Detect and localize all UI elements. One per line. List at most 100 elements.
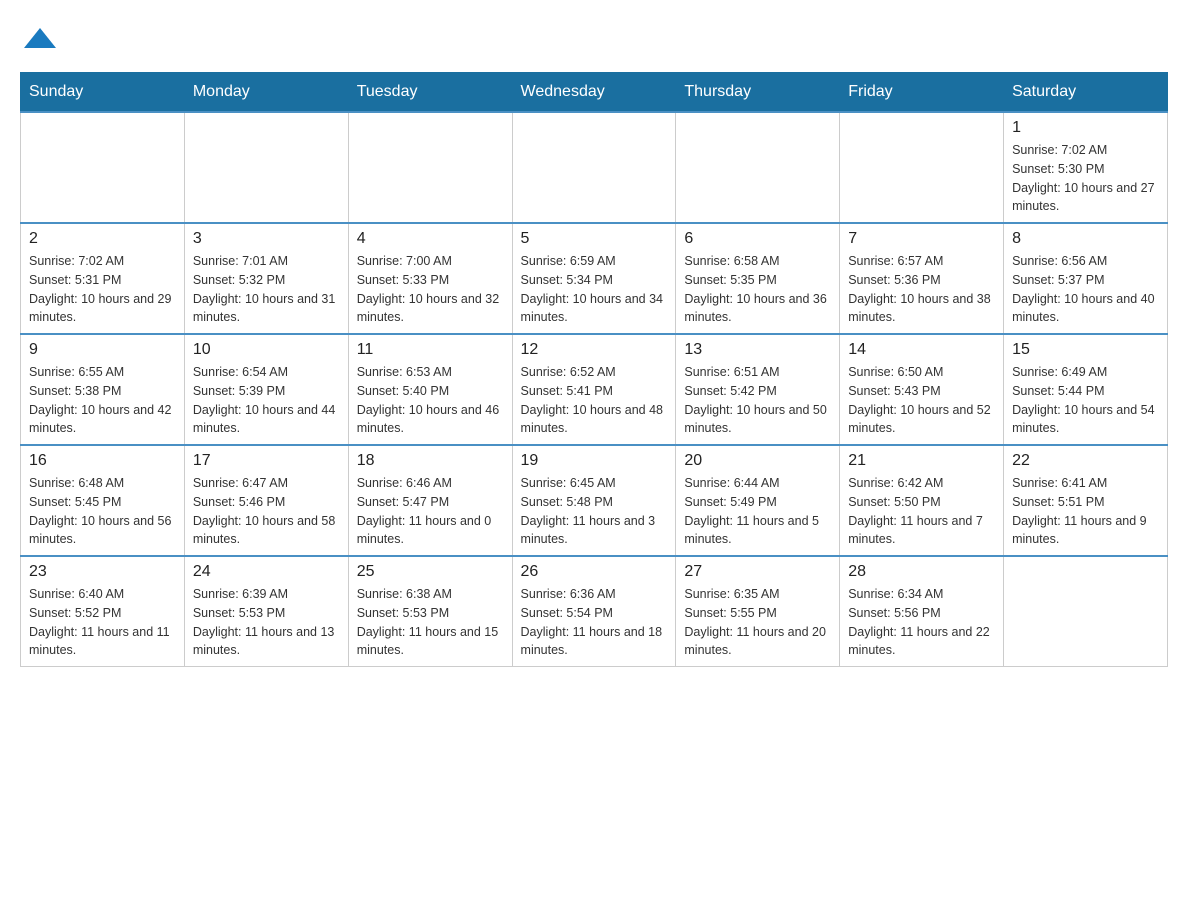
day-info: Sunrise: 6:40 AMSunset: 5:52 PMDaylight:… xyxy=(29,585,176,660)
calendar-cell: 13 Sunrise: 6:51 AMSunset: 5:42 PMDayligh… xyxy=(676,334,840,445)
calendar-cell xyxy=(840,112,1004,223)
day-info: Sunrise: 6:54 AMSunset: 5:39 PMDaylight:… xyxy=(193,363,340,438)
weekday-header-friday: Friday xyxy=(840,73,1004,113)
day-number: 28 xyxy=(848,563,995,581)
calendar-cell: 21 Sunrise: 6:42 AMSunset: 5:50 PMDayligh… xyxy=(840,445,1004,556)
calendar-cell: 19 Sunrise: 6:45 AMSunset: 5:48 PMDayligh… xyxy=(512,445,676,556)
calendar-cell: 10Sunrise: 6:54 AMSunset: 5:39 PMDayligh… xyxy=(184,334,348,445)
day-info: Sunrise: 7:01 AMSunset: 5:32 PMDaylight:… xyxy=(193,252,340,327)
calendar-cell: 28 Sunrise: 6:34 AMSunset: 5:56 PMDayligh… xyxy=(840,556,1004,667)
weekday-header-monday: Monday xyxy=(184,73,348,113)
day-info: Sunrise: 6:42 AMSunset: 5:50 PMDaylight:… xyxy=(848,474,995,549)
logo-icon xyxy=(22,20,58,56)
calendar-cell: 3 Sunrise: 7:01 AMSunset: 5:32 PMDaylight… xyxy=(184,223,348,334)
week-row-3: 9 Sunrise: 6:55 AMSunset: 5:38 PMDaylight… xyxy=(21,334,1168,445)
day-info: Sunrise: 6:47 AMSunset: 5:46 PMDaylight:… xyxy=(193,474,340,549)
page-header xyxy=(20,20,1168,56)
day-number: 26 xyxy=(521,563,668,581)
calendar-cell: 6 Sunrise: 6:58 AMSunset: 5:35 PMDaylight… xyxy=(676,223,840,334)
calendar-cell: 4 Sunrise: 7:00 AMSunset: 5:33 PMDaylight… xyxy=(348,223,512,334)
day-number: 15 xyxy=(1012,341,1159,359)
calendar-cell: 25Sunrise: 6:38 AMSunset: 5:53 PMDayligh… xyxy=(348,556,512,667)
day-number: 8 xyxy=(1012,230,1159,248)
day-info: Sunrise: 6:48 AMSunset: 5:45 PMDaylight:… xyxy=(29,474,176,549)
day-number: 11 xyxy=(357,341,504,359)
calendar-cell: 2 Sunrise: 7:02 AMSunset: 5:31 PMDaylight… xyxy=(21,223,185,334)
day-info: Sunrise: 6:57 AMSunset: 5:36 PMDaylight:… xyxy=(848,252,995,327)
day-info: Sunrise: 6:35 AMSunset: 5:55 PMDaylight:… xyxy=(684,585,831,660)
calendar-cell xyxy=(348,112,512,223)
calendar-cell xyxy=(1004,556,1168,667)
week-row-4: 16 Sunrise: 6:48 AMSunset: 5:45 PMDayligh… xyxy=(21,445,1168,556)
day-number: 4 xyxy=(357,230,504,248)
day-number: 17 xyxy=(193,452,340,470)
day-info: Sunrise: 6:39 AMSunset: 5:53 PMDaylight:… xyxy=(193,585,340,660)
day-info: Sunrise: 6:51 AMSunset: 5:42 PMDaylight:… xyxy=(684,363,831,438)
day-number: 12 xyxy=(521,341,668,359)
day-number: 21 xyxy=(848,452,995,470)
day-info: Sunrise: 6:49 AMSunset: 5:44 PMDaylight:… xyxy=(1012,363,1159,438)
day-number: 7 xyxy=(848,230,995,248)
day-number: 22 xyxy=(1012,452,1159,470)
calendar-cell: 9 Sunrise: 6:55 AMSunset: 5:38 PMDaylight… xyxy=(21,334,185,445)
day-number: 23 xyxy=(29,563,176,581)
week-row-2: 2 Sunrise: 7:02 AMSunset: 5:31 PMDaylight… xyxy=(21,223,1168,334)
calendar-cell: 17 Sunrise: 6:47 AMSunset: 5:46 PMDayligh… xyxy=(184,445,348,556)
day-info: Sunrise: 6:46 AMSunset: 5:47 PMDaylight:… xyxy=(357,474,504,549)
day-number: 14 xyxy=(848,341,995,359)
day-info: Sunrise: 6:36 AMSunset: 5:54 PMDaylight:… xyxy=(521,585,668,660)
calendar-cell: 26 Sunrise: 6:36 AMSunset: 5:54 PMDayligh… xyxy=(512,556,676,667)
day-info: Sunrise: 6:58 AMSunset: 5:35 PMDaylight:… xyxy=(684,252,831,327)
day-info: Sunrise: 6:52 AMSunset: 5:41 PMDaylight:… xyxy=(521,363,668,438)
day-number: 20 xyxy=(684,452,831,470)
calendar-cell: 8 Sunrise: 6:56 AMSunset: 5:37 PMDaylight… xyxy=(1004,223,1168,334)
calendar-cell: 24Sunrise: 6:39 AMSunset: 5:53 PMDayligh… xyxy=(184,556,348,667)
day-info: Sunrise: 6:55 AMSunset: 5:38 PMDaylight:… xyxy=(29,363,176,438)
day-info: Sunrise: 7:02 AMSunset: 5:31 PMDaylight:… xyxy=(29,252,176,327)
weekday-header-saturday: Saturday xyxy=(1004,73,1168,113)
day-info: Sunrise: 6:59 AMSunset: 5:34 PMDaylight:… xyxy=(521,252,668,327)
calendar-table: SundayMondayTuesdayWednesdayThursdayFrid… xyxy=(20,72,1168,667)
day-info: Sunrise: 6:50 AMSunset: 5:43 PMDaylight:… xyxy=(848,363,995,438)
day-info: Sunrise: 7:00 AMSunset: 5:33 PMDaylight:… xyxy=(357,252,504,327)
day-number: 13 xyxy=(684,341,831,359)
calendar-cell: 18 Sunrise: 6:46 AMSunset: 5:47 PMDayligh… xyxy=(348,445,512,556)
day-number: 16 xyxy=(29,452,176,470)
calendar-cell: 15 Sunrise: 6:49 AMSunset: 5:44 PMDayligh… xyxy=(1004,334,1168,445)
day-info: Sunrise: 6:45 AMSunset: 5:48 PMDaylight:… xyxy=(521,474,668,549)
calendar-cell: 1 Sunrise: 7:02 AMSunset: 5:30 PMDaylight… xyxy=(1004,112,1168,223)
calendar-cell: 20 Sunrise: 6:44 AMSunset: 5:49 PMDayligh… xyxy=(676,445,840,556)
day-number: 19 xyxy=(521,452,668,470)
day-number: 3 xyxy=(193,230,340,248)
weekday-header-tuesday: Tuesday xyxy=(348,73,512,113)
calendar-cell xyxy=(512,112,676,223)
day-info: Sunrise: 6:56 AMSunset: 5:37 PMDaylight:… xyxy=(1012,252,1159,327)
calendar-header-row: SundayMondayTuesdayWednesdayThursdayFrid… xyxy=(21,73,1168,113)
day-info: Sunrise: 7:02 AMSunset: 5:30 PMDaylight:… xyxy=(1012,141,1159,216)
week-row-1: 1 Sunrise: 7:02 AMSunset: 5:30 PMDaylight… xyxy=(21,112,1168,223)
calendar-cell: 16 Sunrise: 6:48 AMSunset: 5:45 PMDayligh… xyxy=(21,445,185,556)
logo xyxy=(20,20,60,56)
weekday-header-wednesday: Wednesday xyxy=(512,73,676,113)
calendar-cell xyxy=(184,112,348,223)
calendar-cell: 7 Sunrise: 6:57 AMSunset: 5:36 PMDaylight… xyxy=(840,223,1004,334)
day-number: 5 xyxy=(521,230,668,248)
calendar-cell: 23 Sunrise: 6:40 AMSunset: 5:52 PMDayligh… xyxy=(21,556,185,667)
day-info: Sunrise: 6:41 AMSunset: 5:51 PMDaylight:… xyxy=(1012,474,1159,549)
calendar-cell: 5 Sunrise: 6:59 AMSunset: 5:34 PMDaylight… xyxy=(512,223,676,334)
week-row-5: 23 Sunrise: 6:40 AMSunset: 5:52 PMDayligh… xyxy=(21,556,1168,667)
calendar-cell xyxy=(676,112,840,223)
calendar-cell: 11 Sunrise: 6:53 AMSunset: 5:40 PMDayligh… xyxy=(348,334,512,445)
calendar-cell: 14 Sunrise: 6:50 AMSunset: 5:43 PMDayligh… xyxy=(840,334,1004,445)
day-info: Sunrise: 6:34 AMSunset: 5:56 PMDaylight:… xyxy=(848,585,995,660)
day-info: Sunrise: 6:53 AMSunset: 5:40 PMDaylight:… xyxy=(357,363,504,438)
day-number: 1 xyxy=(1012,119,1159,137)
day-number: 18 xyxy=(357,452,504,470)
day-number: 2 xyxy=(29,230,176,248)
day-number: 9 xyxy=(29,341,176,359)
day-info: Sunrise: 6:44 AMSunset: 5:49 PMDaylight:… xyxy=(684,474,831,549)
weekday-header-sunday: Sunday xyxy=(21,73,185,113)
calendar-cell: 22 Sunrise: 6:41 AMSunset: 5:51 PMDayligh… xyxy=(1004,445,1168,556)
calendar-cell: 27Sunrise: 6:35 AMSunset: 5:55 PMDayligh… xyxy=(676,556,840,667)
day-number: 6 xyxy=(684,230,831,248)
